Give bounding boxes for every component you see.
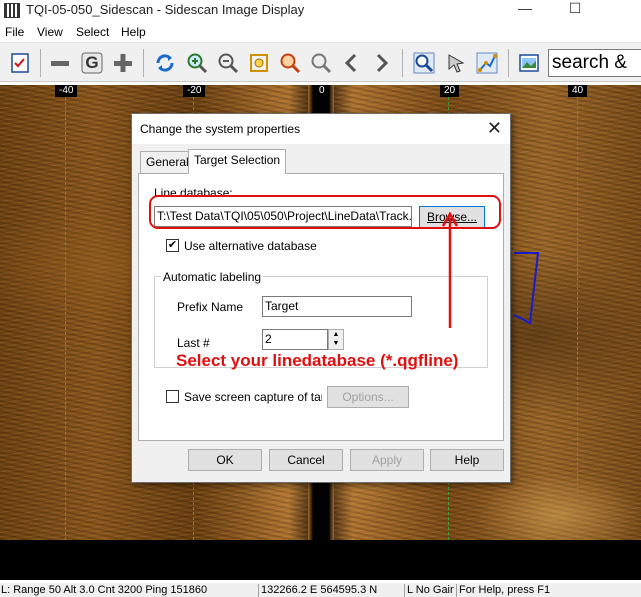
status-position: 132266.2 E 564595.3 N: [258, 584, 401, 597]
zoom-back-icon[interactable]: [309, 51, 333, 75]
g-button[interactable]: G: [80, 51, 104, 75]
scale-label: 0: [315, 85, 329, 97]
zoom-extent-icon[interactable]: [247, 51, 271, 75]
refresh-icon[interactable]: [153, 51, 177, 75]
last-number-label: Last #: [177, 336, 210, 350]
status-gain: L No Gain: [404, 584, 454, 597]
use-alternative-label: Use alternative database: [184, 239, 317, 253]
title-bar: TQI-05-050_Sidescan - Sidescan Image Dis…: [0, 0, 641, 22]
zoom-out-icon[interactable]: [216, 51, 240, 75]
spin-up-icon[interactable]: ▲: [329, 330, 343, 339]
last-number-spinner[interactable]: ▲ ▼: [328, 329, 344, 350]
ok-button[interactable]: OK: [188, 449, 262, 471]
toolbar-separator: [402, 49, 403, 77]
pointer-tool-icon[interactable]: [444, 51, 468, 75]
automatic-labeling-label: Automatic labeling: [161, 270, 264, 284]
close-icon[interactable]: ✕: [487, 118, 502, 139]
menu-file[interactable]: File: [5, 25, 24, 39]
menu-bar: File View Select Help: [0, 22, 641, 42]
track-line-icon[interactable]: [475, 51, 499, 75]
zoom-target-icon[interactable]: [278, 51, 302, 75]
toolbar-separator: [508, 49, 509, 77]
range-line: [577, 97, 578, 540]
chevron-left-icon[interactable]: [340, 51, 364, 75]
menu-view[interactable]: View: [37, 25, 63, 39]
cancel-button[interactable]: Cancel: [269, 449, 343, 471]
apply-button[interactable]: Apply: [350, 449, 424, 471]
image-export-icon[interactable]: [517, 51, 541, 75]
search-input[interactable]: search &: [548, 49, 641, 77]
help-button[interactable]: Help: [430, 449, 504, 471]
toolbar-separator: [143, 49, 144, 77]
status-help: For Help, press F1: [456, 584, 641, 597]
dialog-title: Change the system properties: [140, 122, 301, 136]
spin-down-icon[interactable]: ▼: [329, 339, 343, 348]
menu-help[interactable]: Help: [121, 25, 146, 39]
minimize-button[interactable]: —: [502, 0, 548, 20]
toolbar-separator: [40, 49, 41, 77]
image-bottom-band: [0, 540, 641, 580]
use-alternative-checkbox[interactable]: ✔: [166, 239, 179, 252]
options-button[interactable]: Options...: [327, 386, 409, 408]
target-marker[interactable]: [512, 251, 542, 325]
chevron-right-icon[interactable]: [369, 51, 393, 75]
toolbar: G search &: [0, 42, 641, 82]
maximize-button[interactable]: ☐: [552, 0, 598, 20]
ok-label: OK: [216, 453, 234, 467]
minus-icon[interactable]: [48, 51, 72, 75]
prefix-name-field[interactable]: Target: [262, 296, 412, 317]
plus-icon[interactable]: [111, 51, 135, 75]
tab-target-selection[interactable]: Target Selection: [188, 149, 287, 174]
app-icon: [4, 3, 20, 18]
status-range: L: Range 50 Alt 3.0 Cnt 3200 Ping 151860: [1, 584, 208, 596]
zoom-in-icon[interactable]: [185, 51, 209, 75]
scale-label: 20: [440, 85, 460, 97]
help-label: Help: [454, 453, 480, 467]
tab-general[interactable]: General: [140, 151, 195, 173]
checklist-icon[interactable]: [8, 51, 32, 75]
scale-label: -20: [183, 85, 206, 97]
apply-label: Apply: [371, 453, 403, 467]
status-bar: L: Range 50 Alt 3.0 Cnt 3200 Ping 151860…: [0, 583, 641, 597]
scale-label: 40: [568, 85, 588, 97]
dialog-title-bar: Change the system properties ✕: [132, 114, 510, 144]
range-scale: -40 -20 0 20 40: [0, 85, 641, 97]
prefix-name-label: Prefix Name: [177, 300, 244, 314]
scale-label: -40: [55, 85, 78, 97]
options-label: Options...: [342, 390, 394, 404]
annotation-arrow-icon: [441, 211, 459, 328]
cancel-label: Cancel: [287, 453, 325, 467]
menu-select[interactable]: Select: [76, 25, 109, 39]
range-line: [65, 97, 66, 540]
annotation-text: Select your linedatabase (*.qgfline): [176, 351, 459, 370]
g-label: G: [85, 53, 99, 72]
save-capture-label: Save screen capture of targets: [184, 390, 322, 404]
window-title: TQI-05-050_Sidescan - Sidescan Image Dis…: [26, 2, 305, 17]
last-number-field[interactable]: 2: [262, 329, 328, 350]
find-target-icon[interactable]: [412, 51, 436, 75]
save-capture-checkbox[interactable]: [166, 390, 179, 403]
